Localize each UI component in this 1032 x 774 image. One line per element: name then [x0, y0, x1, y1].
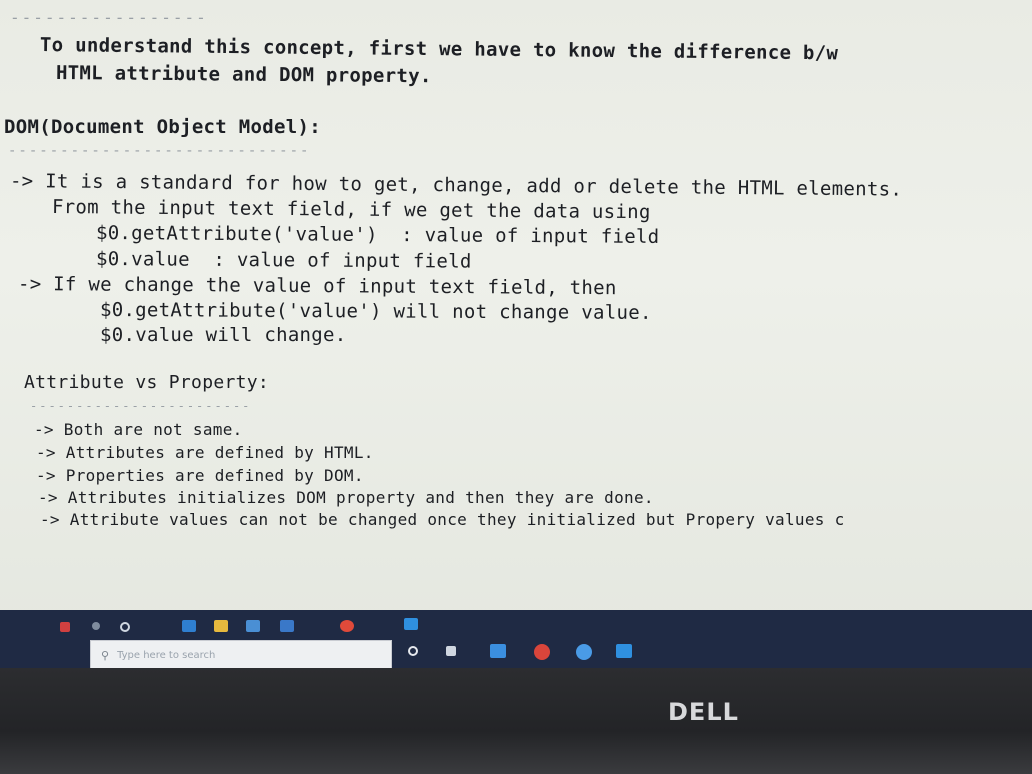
dom-line-4: $0.value : value of input field [95, 248, 472, 273]
attr-item-4: -> Attributes initializes DOM property a… [38, 488, 654, 507]
task-view-icon[interactable] [120, 622, 130, 632]
top-dashes: ----------------- [10, 8, 208, 27]
search-icon[interactable] [92, 622, 100, 630]
app-icon[interactable] [576, 644, 592, 660]
dom-line-7: $0.value will change. [100, 324, 347, 346]
attr-item-1: -> Both are not same. [34, 420, 243, 439]
taskbar-search-box[interactable]: ⚲ Type here to search [90, 640, 392, 668]
edge-icon[interactable] [182, 620, 196, 632]
chrome-icon[interactable] [340, 620, 354, 632]
dom-line-2: From the input text field, if we get the… [51, 196, 651, 224]
dom-line-5: -> If we change the value of input text … [17, 273, 617, 300]
vscode-icon-2[interactable] [616, 644, 632, 658]
attr-dashes: ------------------------ [30, 399, 252, 413]
mail-icon[interactable] [280, 620, 294, 632]
dell-logo: DELL [668, 698, 739, 726]
search-placeholder: Type here to search [117, 649, 216, 661]
attr-item-2: -> Attributes are defined by HTML. [36, 443, 374, 462]
laptop-bezel: DELL [0, 668, 1032, 774]
photos-icon[interactable] [490, 644, 506, 658]
dom-line-3: $0.getAttribute('value') : value of inpu… [95, 222, 660, 248]
intro-line-2: HTML attribute and DOM property. [55, 62, 432, 88]
attr-heading: Attribute vs Property: [24, 372, 270, 393]
dom-heading: DOM(Document Object Model): [4, 116, 321, 138]
windows-icon[interactable] [60, 622, 70, 632]
vscode-icon[interactable] [404, 618, 418, 630]
text-document: ----------------- To understand this con… [0, 0, 1032, 610]
search-icon: ⚲ [101, 648, 110, 662]
dom-dashes: ----------------------------- [8, 143, 311, 159]
attr-item-3: -> Properties are defined by DOM. [36, 466, 364, 485]
laptop-screen: ----------------- To understand this con… [0, 0, 1032, 668]
store-icon[interactable] [246, 620, 260, 632]
intro-line-1: To understand this concept, first we hav… [39, 34, 839, 65]
dom-line-6: $0.getAttribute('value') will not change… [99, 299, 652, 324]
chrome-icon-2[interactable] [534, 644, 550, 660]
file-explorer-icon[interactable] [214, 620, 228, 632]
cortana-icon[interactable] [408, 646, 418, 656]
task-view-icon-2[interactable] [446, 646, 456, 656]
attr-item-5: -> Attribute values can not be changed o… [40, 510, 845, 529]
